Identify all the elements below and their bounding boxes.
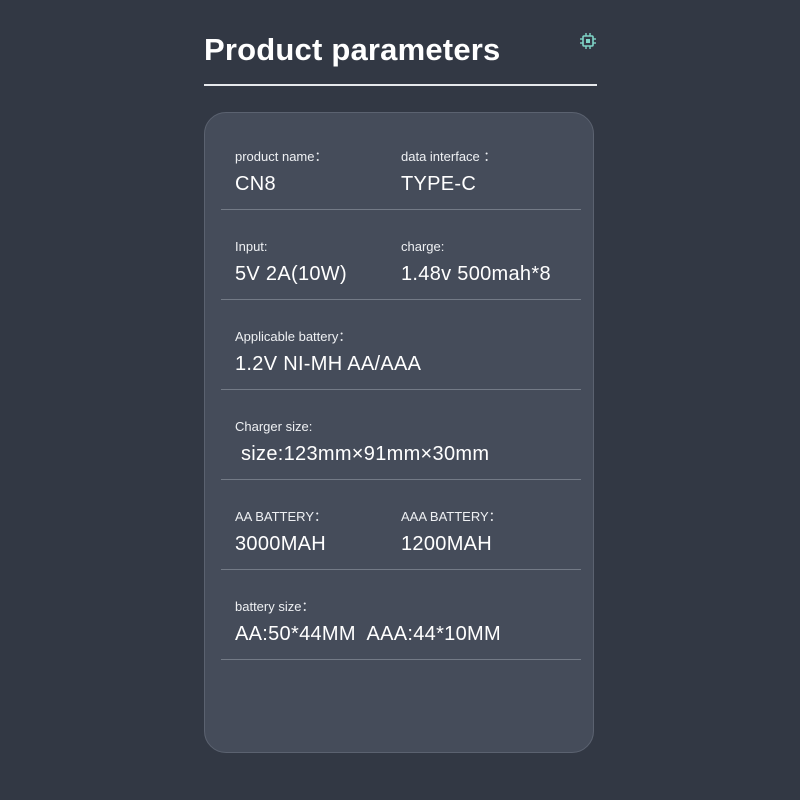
aaa-battery-label: AAA BATTERY： <box>401 509 502 524</box>
charger-size-value: size:123mm×91mm×30mm <box>241 443 490 465</box>
applicable-battery-value: 1.2V NI-MH AA/AAA <box>235 353 422 375</box>
chip-icon <box>580 33 596 49</box>
spec-row-name-interface: product name： CN8 data interface ： TYPE-… <box>221 120 581 210</box>
aa-battery-label: AA BATTERY： <box>235 509 327 524</box>
spec-card: product name： CN8 data interface ： TYPE-… <box>204 112 594 753</box>
aa-battery-value: 3000MAH <box>235 533 327 555</box>
title-divider <box>204 84 597 86</box>
charger-size-label: Charger size: <box>235 419 313 434</box>
applicable-battery-label: Applicable battery： <box>235 329 352 344</box>
charge-label: charge: <box>401 239 445 254</box>
aaa-battery-value: 1200MAH <box>401 533 493 555</box>
spec-row-battery-capacity: AA BATTERY： 3000MAH AAA BATTERY： 1200MAH <box>221 480 581 570</box>
input-value: 5V 2A(10W) <box>235 263 347 285</box>
spec-row-input-charge: Input: 5V 2A(10W) charge: 1.48v 500mah*8 <box>221 210 581 300</box>
charge-value: 1.48v 500mah*8 <box>401 263 551 285</box>
data-interface-value: TYPE-C <box>401 173 477 195</box>
data-interface-label: data interface ： <box>401 149 497 164</box>
page-title: Product parameters <box>204 32 501 67</box>
product-name-label: product name： <box>235 149 328 164</box>
input-label: Input: <box>235 239 268 254</box>
spec-row-battery-size: battery size： AA:50*44MM AAA:44*10MM <box>221 570 581 660</box>
battery-size-label: battery size： <box>235 599 315 614</box>
battery-size-value: AA:50*44MM AAA:44*10MM <box>235 623 501 645</box>
spec-row-charger-size: Charger size: size:123mm×91mm×30mm <box>221 390 581 480</box>
row-divider <box>221 659 581 660</box>
spec-row-applicable-battery: Applicable battery： 1.2V NI-MH AA/AAA <box>221 300 581 390</box>
product-name-value: CN8 <box>235 173 276 195</box>
